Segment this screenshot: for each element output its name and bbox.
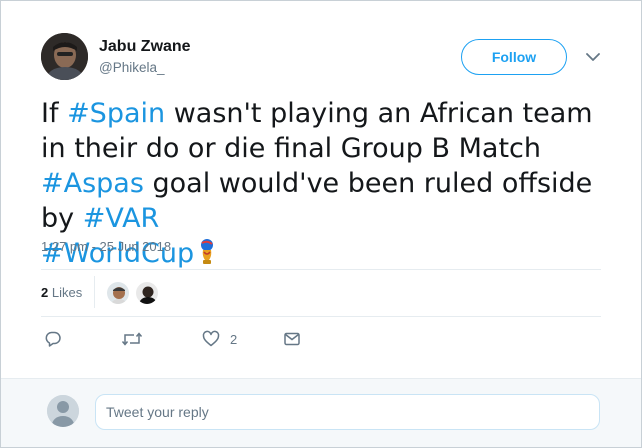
chevron-down-icon[interactable] <box>583 47 603 67</box>
divider <box>41 269 601 270</box>
author-avatar[interactable] <box>41 33 88 80</box>
divider <box>41 316 601 317</box>
stats-separator <box>94 276 95 308</box>
liker-avatar[interactable] <box>135 281 159 305</box>
direct-message-icon <box>283 330 301 348</box>
retweet-icon <box>121 330 143 348</box>
tweet-timestamp[interactable]: 1:27 pm - 25 Jun 2018 <box>41 239 171 254</box>
likes-stat[interactable]: 2 Likes <box>41 285 82 300</box>
author-handle[interactable]: @Phikela_ <box>99 60 165 75</box>
hashtag-aspas-link[interactable]: #Aspas <box>41 168 144 199</box>
heart-icon <box>202 330 220 348</box>
like-count: 2 <box>230 331 238 347</box>
user-avatar <box>47 395 79 427</box>
author-name[interactable]: Jabu Zwane <box>99 38 191 56</box>
reply-button[interactable] <box>44 328 62 350</box>
retweet-button[interactable] <box>121 328 143 350</box>
likes-label: Likes <box>51 285 83 300</box>
hashtag-var-link[interactable]: #VAR <box>83 203 160 234</box>
liker-avatar[interactable] <box>106 281 130 305</box>
tweet-text-segment: If <box>41 98 68 129</box>
reply-icon <box>44 330 62 348</box>
like-button[interactable]: 2 <box>202 328 237 350</box>
reply-input[interactable] <box>95 394 600 430</box>
hashtag-spain-link[interactable]: #Spain <box>67 98 165 129</box>
likes-count: 2 <box>41 285 49 300</box>
follow-button[interactable]: Follow <box>461 39 567 75</box>
direct-message-button[interactable] <box>283 328 301 350</box>
